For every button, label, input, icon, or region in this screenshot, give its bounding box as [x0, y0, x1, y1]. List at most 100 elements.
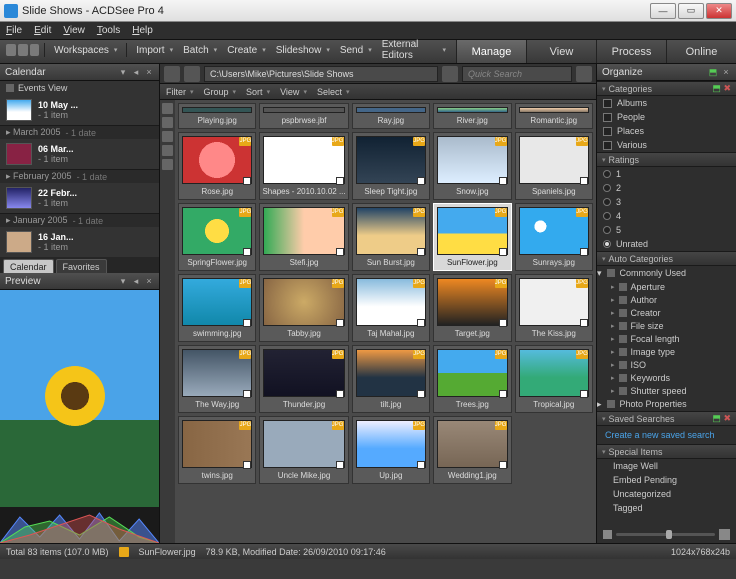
rating-item[interactable]: 5: [597, 223, 736, 237]
thumb-checkbox[interactable]: [336, 177, 344, 185]
panel-hide-icon[interactable]: ◂: [131, 67, 141, 77]
thumbnail[interactable]: Tabby.jpgJPG: [259, 274, 348, 342]
radio-icon[interactable]: [603, 240, 611, 248]
thumbnail[interactable]: Sun Burst.jpgJPG: [352, 203, 430, 271]
thumbnail[interactable]: The Kiss.jpgJPG: [515, 274, 593, 342]
toolbar-import[interactable]: Import▾: [132, 42, 177, 58]
toolbar-batch[interactable]: Batch▾: [179, 42, 221, 58]
calendar-day[interactable]: 22 Febr...- 1 item: [0, 183, 159, 213]
thumb-checkbox[interactable]: [580, 177, 588, 185]
thumbnail[interactable]: Tropical.jpgJPG: [515, 345, 593, 413]
thumbnail[interactable]: Rose.jpgJPG: [178, 132, 256, 200]
thumb-checkbox[interactable]: [243, 461, 251, 469]
thumb-checkbox[interactable]: [499, 390, 507, 398]
section-auto-categories[interactable]: ▾Auto Categories: [597, 251, 736, 266]
thumbnail[interactable]: SpringFlower.jpgJPG: [178, 203, 256, 271]
thumbnail[interactable]: Ray.jpg: [352, 103, 430, 129]
thumb-checkbox[interactable]: [243, 177, 251, 185]
tree-item[interactable]: ▸Aperture: [597, 280, 736, 293]
thumbnail[interactable]: pspbrwse.jbf: [259, 103, 348, 129]
grid-tool-icon[interactable]: [162, 131, 173, 142]
thumb-checkbox[interactable]: [243, 390, 251, 398]
calendar-month[interactable]: ▸ March 2005 - 1 date: [0, 125, 159, 139]
rating-item[interactable]: 1: [597, 167, 736, 181]
category-item[interactable]: Various: [597, 138, 736, 152]
thumbnail[interactable]: Up.jpgJPG: [352, 416, 430, 484]
filter-sort[interactable]: Sort: [246, 87, 263, 97]
fwd-icon[interactable]: [18, 44, 28, 56]
category-item[interactable]: People: [597, 110, 736, 124]
special-item[interactable]: Embed Pending: [597, 473, 736, 487]
thumbnail[interactable]: Snow.jpgJPG: [433, 132, 511, 200]
checkbox-icon[interactable]: [603, 141, 612, 150]
thumbnail[interactable]: Uncle Mike.jpgJPG: [259, 416, 348, 484]
thumbnail[interactable]: Trees.jpgJPG: [433, 345, 511, 413]
size-large-icon[interactable]: [719, 529, 730, 540]
grid-tool-icon[interactable]: [162, 117, 173, 128]
tree-item[interactable]: ▸ISO: [597, 358, 736, 371]
rating-item[interactable]: 3: [597, 195, 736, 209]
tree-item[interactable]: ▸Author: [597, 293, 736, 306]
menu-view[interactable]: View: [63, 25, 85, 36]
special-item[interactable]: Image Well: [597, 459, 736, 473]
filter-view[interactable]: View: [280, 87, 299, 97]
section-categories[interactable]: ▾Categories⬒ ✖: [597, 81, 736, 96]
thumbnail[interactable]: River.jpg: [433, 103, 511, 129]
size-small-icon[interactable]: [603, 530, 612, 539]
left-tab-calendar[interactable]: Calendar: [3, 259, 54, 273]
grid-tool-icon[interactable]: [162, 103, 173, 114]
radio-icon[interactable]: [603, 170, 611, 178]
up-icon[interactable]: [30, 44, 40, 56]
path-dropdown-icon[interactable]: [442, 66, 458, 82]
toolbar-workspaces[interactable]: Workspaces▾: [50, 42, 121, 58]
checkbox-icon[interactable]: [603, 99, 612, 108]
panel-close-icon[interactable]: ×: [721, 67, 731, 77]
grid-tool-icon[interactable]: [162, 145, 173, 156]
thumb-checkbox[interactable]: [580, 248, 588, 256]
thumbnail[interactable]: Thunder.jpgJPG: [259, 345, 348, 413]
thumbnail[interactable]: Taj Mahal.jpgJPG: [352, 274, 430, 342]
events-view-row[interactable]: Events View: [0, 81, 159, 95]
menu-tools[interactable]: Tools: [97, 25, 120, 36]
thumb-checkbox[interactable]: [499, 319, 507, 327]
panel-close-icon[interactable]: ×: [144, 67, 154, 77]
thumb-checkbox[interactable]: [499, 461, 507, 469]
maximize-button[interactable]: ▭: [678, 3, 704, 19]
close-button[interactable]: ✕: [706, 3, 732, 19]
panel-close-icon[interactable]: ×: [144, 276, 154, 286]
filter-select[interactable]: Select: [317, 87, 342, 97]
thumbnail[interactable]: Wedding1.jpgJPG: [433, 416, 511, 484]
thumbnail[interactable]: tilt.jpgJPG: [352, 345, 430, 413]
thumb-size-slider[interactable]: [616, 533, 715, 536]
mode-tab-online[interactable]: Online: [666, 40, 736, 63]
calendar-day[interactable]: 06 Mar...- 1 item: [0, 139, 159, 169]
section-ratings[interactable]: ▾Ratings: [597, 152, 736, 167]
calendar-day[interactable]: 10 May ...- 1 item: [0, 95, 159, 125]
thumbnail[interactable]: Spaniels.jpgJPG: [515, 132, 593, 200]
preview-image[interactable]: [0, 290, 159, 507]
mode-tab-process[interactable]: Process: [596, 40, 666, 63]
radio-icon[interactable]: [603, 226, 611, 234]
filter-filter[interactable]: Filter: [166, 87, 186, 97]
tree-item[interactable]: ▸File size: [597, 319, 736, 332]
panel-hide-icon[interactable]: ◂: [131, 276, 141, 286]
thumb-checkbox[interactable]: [336, 248, 344, 256]
calendar-day[interactable]: 16 Jan...- 1 item: [0, 227, 159, 257]
add-icon[interactable]: ⬒: [708, 67, 718, 77]
tree-item[interactable]: ▸Focal length: [597, 332, 736, 345]
radio-icon[interactable]: [603, 212, 611, 220]
thumb-checkbox[interactable]: [336, 461, 344, 469]
radio-icon[interactable]: [603, 184, 611, 192]
thumb-checkbox[interactable]: [417, 319, 425, 327]
thumbnail[interactable]: SunFlower.jpgJPG: [433, 203, 511, 271]
rating-item[interactable]: 4: [597, 209, 736, 223]
thumbnail[interactable]: Romantic.jpg: [515, 103, 593, 129]
tree-item[interactable]: ▸Shutter speed: [597, 384, 736, 397]
section-special-items[interactable]: ▾Special Items: [597, 444, 736, 459]
back-icon[interactable]: [6, 44, 16, 56]
rating-item[interactable]: 2: [597, 181, 736, 195]
thumb-checkbox[interactable]: [580, 319, 588, 327]
thumbnail[interactable]: twins.jpgJPG: [178, 416, 256, 484]
new-search-link[interactable]: Create a new saved search: [597, 426, 736, 444]
thumbnail[interactable]: Stefi.jpgJPG: [259, 203, 348, 271]
